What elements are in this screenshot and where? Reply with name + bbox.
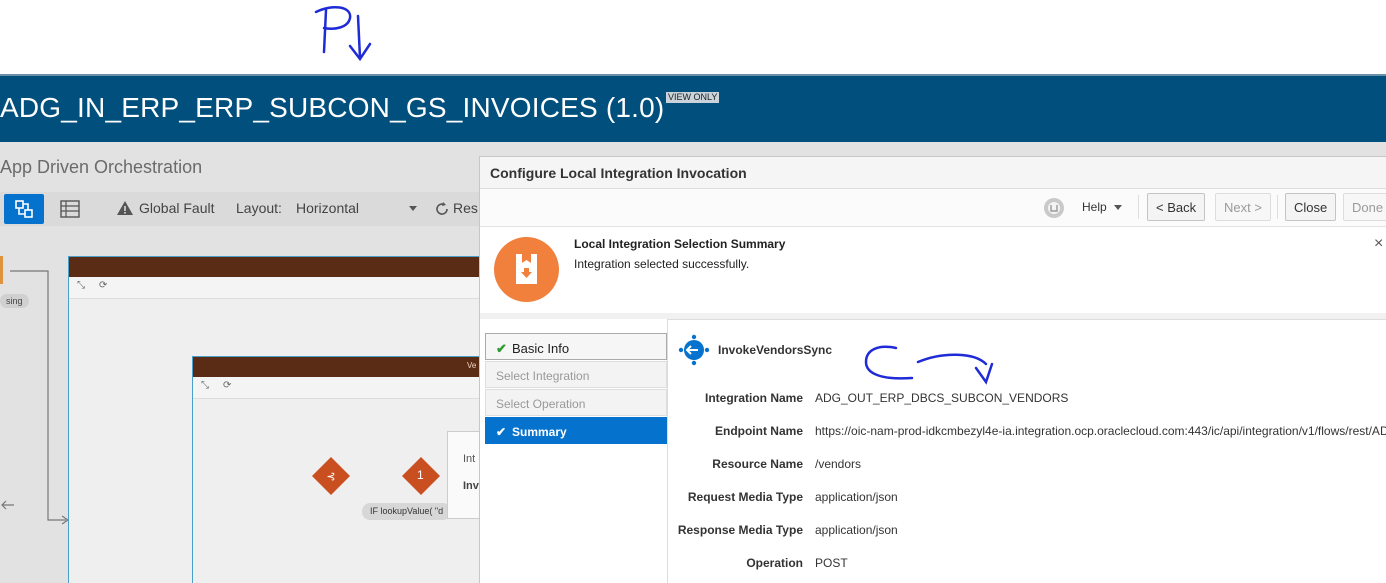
page-title: ADG_IN_ERP_ERP_SUBCON_GS_INVOICES (1.0) — [0, 92, 665, 123]
step-select-integration: Select Integration — [485, 361, 667, 388]
next-button[interactable]: Next > — [1215, 193, 1271, 221]
inner-scope-toolbar: ⤡ ⟳ — [193, 377, 479, 399]
popup-line-1: Int — [463, 453, 476, 465]
step-summary[interactable]: ✔ Summary — [485, 417, 667, 444]
done-button[interactable]: Done — [1343, 193, 1386, 221]
message-title: Local Integration Selection Summary — [574, 237, 786, 251]
layout-label: Layout: — [236, 200, 282, 216]
endpoint-name-value: https://oic-nam-prod-idkcmbezyl4e-ia.int… — [815, 424, 1386, 438]
check-icon: ✔ — [496, 425, 507, 439]
check-icon: ✔ — [496, 341, 507, 356]
response-media-type-label: Response Media Type — [677, 523, 803, 537]
toolbar-divider — [1277, 195, 1278, 219]
condition-label[interactable]: IF lookupValue( "d — [362, 503, 452, 520]
integration-header: ADG_IN_ERP_ERP_SUBCON_GS_INVOICES (1.0) … — [0, 74, 1386, 142]
back-button[interactable]: < Back — [1147, 193, 1206, 221]
request-media-type-label: Request Media Type — [687, 490, 803, 504]
inner-scope-header: Ve — [193, 357, 479, 377]
list-view-button[interactable] — [50, 194, 90, 224]
operation-label: Operation — [746, 556, 803, 570]
refresh-icon[interactable]: ⟳ — [99, 280, 107, 291]
response-media-type-value: application/json — [815, 523, 898, 537]
step-select-operation: Select Operation — [485, 389, 667, 416]
scope-toolbar: ⤡ ⟳ — [69, 277, 479, 299]
dialog-title-bar: Configure Local Integration Invocation — [480, 157, 1386, 189]
close-button[interactable]: Close — [1285, 193, 1337, 221]
request-media-type-value: application/json — [815, 490, 898, 504]
orchestration-canvas: sing ⤡ ⟳ Ve ⤡ ⟳ ⊰ 1 IF lookupValue("d I… — [0, 226, 480, 583]
user-icon[interactable] — [1043, 197, 1065, 219]
inner-scope-title: Ve — [467, 361, 477, 370]
collapse-icon[interactable]: ⤡ — [201, 380, 209, 391]
blank-area — [0, 0, 1386, 74]
view-only-badge: VIEW ONLY — [666, 92, 720, 103]
refresh-icon[interactable] — [434, 201, 450, 217]
success-icon — [494, 237, 559, 302]
route-node-number: 1 — [417, 468, 424, 482]
canvas-view-button[interactable] — [4, 194, 44, 224]
message-text: Integration selected successfully. — [574, 257, 750, 271]
toolbar-divider — [1138, 195, 1139, 219]
refresh-icon[interactable]: ⟳ — [223, 380, 231, 391]
canvas-toolbar: Global Fault Layout: Horizontal Res — [0, 192, 480, 226]
resource-name-value: /vendors — [815, 457, 862, 471]
collapse-icon[interactable]: ⤡ — [77, 280, 85, 291]
summary-panel: InvokeVendorsSync Integration Name ADG_O… — [667, 319, 1386, 583]
warning-icon — [117, 201, 133, 215]
global-fault-button[interactable]: Global Fault — [139, 200, 214, 216]
dialog-title: Configure Local Integration Invocation — [490, 165, 747, 181]
reset-button[interactable]: Res — [453, 200, 478, 216]
dialog-toolbar: Help < Back Next > Close Done — [480, 189, 1386, 227]
chevron-down-icon[interactable] — [1113, 204, 1123, 212]
layout-select[interactable]: Horizontal — [296, 200, 359, 216]
dismiss-message-button[interactable]: × — [1374, 235, 1383, 253]
puzzle-icon — [15, 200, 33, 218]
screen: ADG_IN_ERP_ERP_SUBCON_GS_INVOICES (1.0) … — [0, 0, 1386, 583]
endpoint-name-label: Endpoint Name — [714, 424, 803, 438]
wizard-body: ✔ Basic Info Select Integration Select Op… — [480, 313, 1386, 583]
integration-name-value: ADG_OUT_ERP_DBCS_SUBCON_VENDORS — [815, 391, 1069, 405]
page-subtitle: App Driven Orchestration — [0, 157, 203, 177]
chevron-down-icon[interactable] — [408, 205, 418, 213]
success-message: Local Integration Selection Summary Inte… — [480, 227, 1386, 313]
scope-header — [69, 257, 479, 277]
local-integration-icon — [678, 334, 710, 366]
list-icon — [60, 200, 80, 218]
resource-name-label: Resource Name — [712, 457, 803, 471]
switch-icon: ⊰ — [326, 471, 335, 483]
popup-line-2: Inv — [463, 480, 479, 492]
node-popup: Int Inv — [447, 431, 480, 519]
help-menu[interactable]: Help — [1082, 200, 1107, 214]
invoke-badge-icon — [516, 254, 537, 284]
integration-name-label: Integration Name — [704, 391, 803, 405]
step-basic-info[interactable]: ✔ Basic Info — [485, 333, 667, 360]
operation-value: POST — [815, 556, 848, 570]
invoke-name: InvokeVendorsSync — [718, 343, 833, 357]
switch-node[interactable]: ⊰ — [310, 455, 352, 497]
configure-invocation-dialog: Configure Local Integration Invocation H… — [479, 156, 1386, 583]
